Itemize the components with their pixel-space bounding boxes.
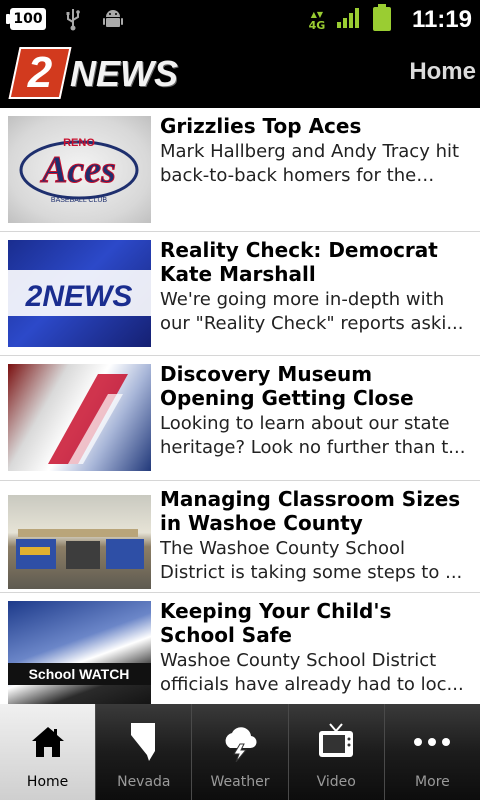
article-text: Discovery Museum Opening Getting Close L… [160,362,472,460]
page-title: Home [409,58,476,85]
article-text: Reality Check: Democrat Kate Marshall We… [160,238,472,336]
tab-nevada[interactable]: Nevada [96,704,193,800]
article-text: Keeping Your Child's School Safe Washoe … [160,599,472,697]
android-debug-icon [100,6,126,32]
2news-logo[interactable]: 2 NEWS [8,47,194,99]
article-title: Discovery Museum Opening Getting Close [160,362,414,410]
tab-label: Home [26,774,69,790]
article-thumbnail: School WATCH [8,601,151,704]
tab-label: Video [316,774,356,790]
weather-icon [192,720,287,764]
article-text: Managing Classroom Sizes in Washoe Count… [160,487,472,585]
network-type-text: 4G [308,19,326,32]
thumb-caption-bottom: BASEBALL CLUB [51,197,107,204]
tab-weather[interactable]: Weather [192,704,289,800]
article-thumbnail [8,495,151,589]
article-thumbnail: 2NEWS [8,240,151,347]
thumb-caption-top: RENO [63,137,95,149]
app-header: 2 NEWS Home [0,38,480,108]
tab-label: Nevada [117,774,171,790]
list-item[interactable]: RENO Aces BASEBALL CLUB Grizzlies Top Ac… [0,108,480,232]
list-item[interactable]: School WATCH Keeping Your Child's School… [0,593,480,704]
bottom-tab-bar: Home Nevada Weather Video More [0,704,480,800]
article-summary: Washoe County School District officials … [160,650,464,695]
status-bar: 100 ▲▼ 4G 11:19 [0,0,480,38]
clock: 11:19 [411,6,472,33]
nevada-icon [96,720,191,764]
tab-video[interactable]: Video [288,704,385,800]
logo-number: 2 [27,48,53,97]
logo-text: NEWS [70,53,178,94]
article-title: Keeping Your Child's School Safe [160,599,392,647]
article-title: Grizzlies Top Aces [160,114,362,138]
list-item[interactable]: 2NEWS Reality Check: Democrat Kate Marsh… [0,232,480,356]
thumb-caption: 2NEWS [25,280,133,313]
signal-strength-icon [336,7,362,33]
battery-level-indicator: 100 [6,8,46,30]
list-item[interactable]: Managing Classroom Sizes in Washoe Count… [0,481,480,593]
article-thumbnail [8,364,151,471]
network-type-icon: ▲▼ 4G [308,10,326,32]
list-item[interactable]: Discovery Museum Opening Getting Close L… [0,356,480,481]
article-summary: The Washoe County School District is tak… [160,538,463,583]
article-summary: Looking to learn about our state heritag… [160,413,466,458]
more-icon [385,720,480,764]
thumb-caption: School WATCH [29,666,130,682]
article-summary: We're going more in-depth with our "Real… [160,289,464,334]
battery-icon [372,4,392,36]
article-summary: Mark Hallberg and Andy Tracy hit back-to… [160,141,460,186]
logo-number-badge: 2 [8,47,72,99]
article-list[interactable]: RENO Aces BASEBALL CLUB Grizzlies Top Ac… [0,108,480,704]
thumb-caption: Aces [40,149,116,191]
article-title: Reality Check: Democrat Kate Marshall [160,238,438,286]
article-thumbnail: RENO Aces BASEBALL CLUB [8,116,151,223]
tab-label: Weather [210,774,270,790]
usb-icon [60,6,86,32]
battery-level-text: 100 [13,11,43,27]
article-text: Grizzlies Top Aces Mark Hallberg and And… [160,114,472,188]
tab-home[interactable]: Home [0,704,97,800]
tab-more[interactable]: More [384,704,480,800]
article-title: Managing Classroom Sizes in Washoe Count… [160,487,461,535]
tab-label: More [415,774,450,790]
video-icon [289,720,384,764]
home-icon [0,720,95,764]
